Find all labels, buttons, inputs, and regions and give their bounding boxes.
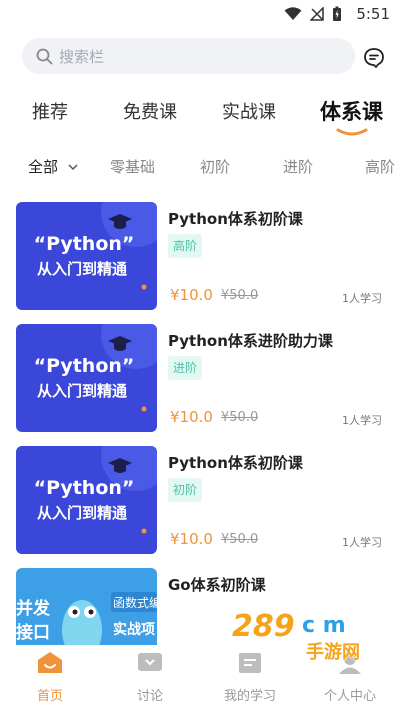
filter-all[interactable]: 全部 (28, 156, 79, 177)
filter-advanced[interactable]: 高阶 (365, 156, 395, 177)
tab-practical-course[interactable]: 实战课 (222, 98, 276, 124)
course-thumbnail: “Python” 从入门到精通 (16, 324, 157, 432)
level-badge: 高阶 (168, 234, 203, 258)
course-card[interactable]: “Python” 从入门到精通 Python体系初阶课 高阶 ¥10.0 ¥50… (16, 202, 396, 312)
tab-recommend[interactable]: 推荐 (32, 98, 68, 124)
nav-my-study-label: 我的学习 (223, 689, 276, 704)
watermark-logo: 289 c m 手游网 (231, 608, 360, 662)
python-thumbnail-art: “Python” 从入门到精通 (16, 202, 157, 310)
search-bar[interactable]: 搜索栏 (22, 38, 355, 74)
original-price: ¥50.0 (221, 410, 259, 425)
nav-discussion-label: 讨论 (136, 689, 163, 704)
course-card[interactable]: “Python” 从入门到精通 Python体系初阶课 初阶 ¥10.0 ¥50… (16, 446, 396, 556)
thumbnail-line2: 从入门到精通 (37, 382, 127, 400)
learner-count: 1人学习 (342, 292, 382, 305)
thumbnail-right-line1: 函数式编 (113, 595, 157, 610)
nav-profile-label: 个人中心 (323, 689, 376, 704)
message-icon[interactable] (362, 46, 386, 70)
watermark-suffix: c m (302, 613, 346, 638)
nav-home-label: 首页 (36, 689, 63, 704)
original-price: ¥50.0 (221, 288, 259, 303)
level-badge: 初阶 (168, 478, 203, 502)
active-tab-indicator (336, 128, 368, 136)
nav-home[interactable]: 首页 (0, 645, 100, 707)
thumbnail-line2: 从入门到精通 (37, 504, 127, 522)
thumbnail-left-line1: 并发 (16, 598, 51, 619)
watermark-number: 289 (232, 609, 295, 644)
filter-zero-basis[interactable]: 零基础 (110, 156, 155, 177)
course-thumbnail: “Python” 从入门到精通 (16, 446, 157, 554)
status-bar: 5:51 (0, 0, 400, 30)
learner-count: 1人学习 (342, 414, 382, 427)
thumbnail-left-line2: 接口 (16, 622, 50, 643)
search-placeholder: 搜索栏 (59, 47, 105, 66)
python-thumbnail-art: “Python” 从入门到精通 (16, 446, 157, 554)
thumbnail-line1: “Python” (34, 233, 135, 255)
thumbnail-line1: “Python” (34, 355, 135, 377)
tab-system-course[interactable]: 体系课 (320, 96, 383, 126)
status-icons (284, 6, 342, 22)
learner-count: 1人学习 (342, 536, 382, 549)
chevron-down-icon (68, 164, 78, 171)
course-card[interactable]: “Python” 从入门到精通 Python体系进阶助力课 进阶 ¥10.0 ¥… (16, 324, 396, 434)
no-signal-icon (310, 7, 324, 21)
battery-icon (333, 6, 341, 21)
search-icon (36, 48, 53, 64)
filter-intermediate[interactable]: 进阶 (283, 156, 313, 177)
home-icon (38, 652, 62, 673)
filter-beginner[interactable]: 初阶 (200, 156, 230, 177)
filter-all-label: 全部 (28, 158, 59, 176)
course-title: Go体系初阶课 (168, 576, 266, 594)
course-price: ¥10.0 (170, 408, 213, 426)
course-title: Python体系初阶课 (168, 210, 303, 228)
course-thumbnail: “Python” 从入门到精通 (16, 202, 157, 310)
python-thumbnail-art: “Python” 从入门到精通 (16, 324, 157, 432)
thumbnail-line2: 从入门到精通 (37, 260, 127, 278)
thumbnail-right-line2: 实战项 (113, 621, 155, 638)
level-badge: 进阶 (168, 356, 203, 380)
chat-icon (138, 653, 162, 671)
level-filters: 全部 零基础 初阶 进阶 高阶 (0, 150, 400, 182)
tab-free-course[interactable]: 免费课 (123, 98, 177, 124)
course-price: ¥10.0 (170, 286, 213, 304)
course-title: Python体系初阶课 (168, 454, 303, 472)
course-title: Python体系进阶助力课 (168, 332, 333, 350)
nav-discussion[interactable]: 讨论 (100, 645, 200, 707)
status-time: 5:51 (356, 5, 390, 23)
wifi-icon (284, 7, 302, 20)
watermark-text: 手游网 (306, 641, 360, 662)
thumbnail-line1: “Python” (34, 477, 135, 499)
course-price: ¥10.0 (170, 530, 213, 548)
original-price: ¥50.0 (221, 532, 259, 547)
